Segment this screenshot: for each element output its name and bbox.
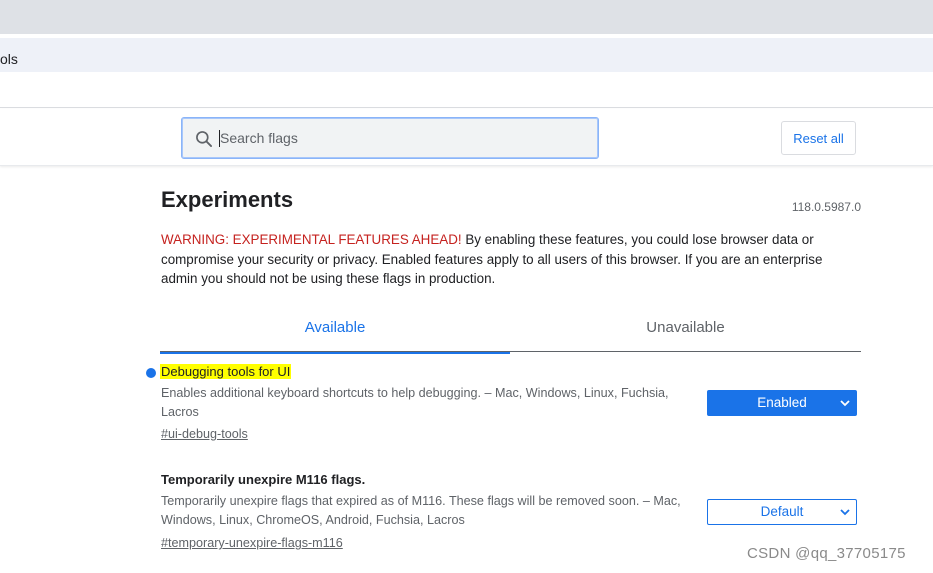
flag-permalink[interactable]: #ui-debug-tools xyxy=(161,427,248,441)
flag-description: Temporarily unexpire flags that expired … xyxy=(161,494,681,527)
flag-state-value: Enabled xyxy=(757,395,807,410)
flag-permalink[interactable]: #temporary-unexpire-flags-m116 xyxy=(161,536,343,550)
browser-tab-strip xyxy=(0,0,933,34)
search-icon xyxy=(196,131,212,147)
chevron-down-icon xyxy=(840,509,850,516)
flag-state-select[interactable]: Enabled xyxy=(707,390,857,416)
tab-available[interactable]: Available xyxy=(160,314,510,354)
reset-all-button[interactable]: Reset all xyxy=(781,121,856,155)
search-box[interactable] xyxy=(181,117,599,159)
page-title: Experiments xyxy=(161,187,294,212)
chevron-down-icon xyxy=(840,400,850,407)
flag-title: Debugging tools for UI xyxy=(160,364,292,379)
search-input[interactable] xyxy=(220,118,590,158)
flags-header: Reset all xyxy=(0,109,933,166)
chrome-flags-page: ols Reset all Experiments 118.0.5987.0 W… xyxy=(0,0,933,573)
watermark: CSDN @qq_37705175 xyxy=(747,545,906,562)
address-bar-text: ols xyxy=(0,51,18,67)
version-label: 118.0.5987.0 xyxy=(791,200,861,214)
address-bar[interactable]: ols xyxy=(0,38,933,72)
warning-message: WARNING: EXPERIMENTAL FEATURES AHEAD! By… xyxy=(161,230,861,289)
flag-state-value: Default xyxy=(760,504,804,519)
flag-description: Enables additional keyboard shortcuts to… xyxy=(161,386,669,419)
browser-toolbar: ols xyxy=(0,34,933,72)
flags-tabs: Available Unavailable xyxy=(160,314,861,354)
tab-unavailable[interactable]: Unavailable xyxy=(510,314,861,352)
flag-title: Temporarily unexpire M116 flags. xyxy=(161,472,366,487)
warning-heading: WARNING: EXPERIMENTAL FEATURES AHEAD! xyxy=(161,232,462,247)
bookmarks-bar xyxy=(0,72,933,108)
flag-state-select[interactable]: Default xyxy=(707,499,857,525)
modified-indicator xyxy=(146,368,156,378)
